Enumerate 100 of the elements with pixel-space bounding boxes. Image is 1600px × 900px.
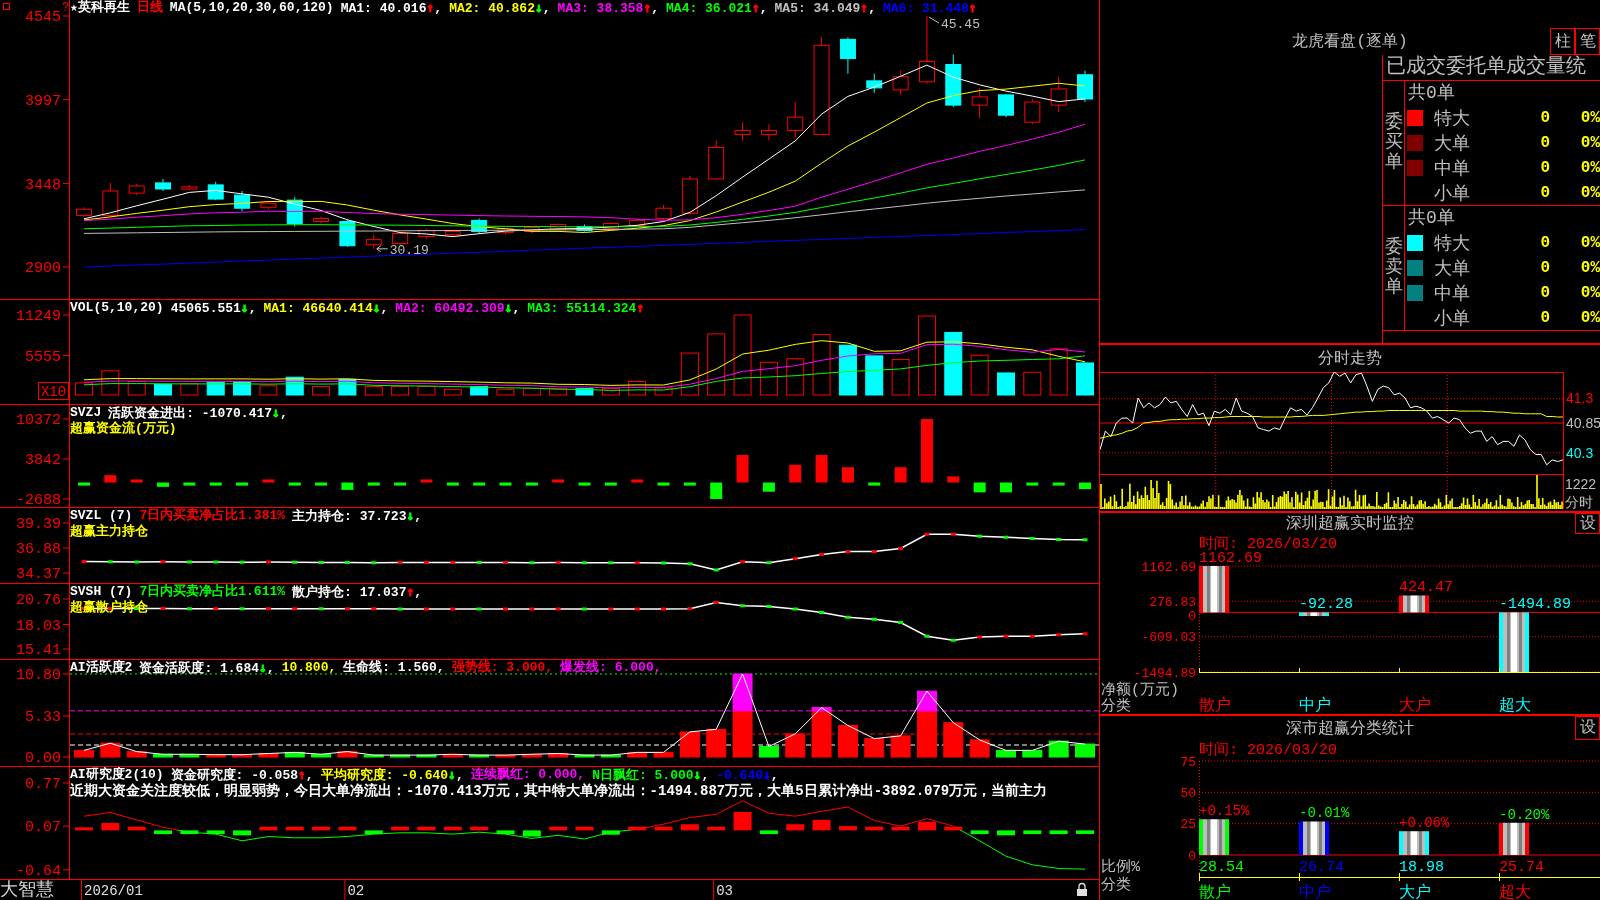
trend-arrow: ↓ (448, 767, 456, 782)
table-title: 已成交委托单成交量统 (1383, 55, 1600, 81)
indicator-text: 7日内买卖净占比1.381% (139, 508, 286, 523)
order-share: 0% (1580, 233, 1600, 252)
category-label: 中户 (1299, 884, 1331, 900)
bar-value-label: 424.47 (1399, 579, 1453, 597)
order-total: 共0单 (1407, 82, 1455, 105)
separator-comma: , (455, 768, 464, 783)
indicator-text: SVZJ (70, 405, 102, 420)
trend-arrow: ↑ (860, 0, 869, 15)
order-size-label: 中单 (1434, 157, 1470, 180)
order-share: 0% (1580, 308, 1600, 327)
trend-arrow: ↓ (272, 405, 280, 420)
indicator-text: MA1: 40.016 (340, 1, 427, 16)
separator-comma: , (759, 1, 768, 16)
x-axis-title: 分类 (1101, 877, 1131, 894)
order-share: 0% (1580, 133, 1600, 152)
axis-tick-label: 276.83 (1149, 594, 1196, 610)
separator-comma: , (868, 1, 876, 16)
indicator-text: SVSH (7) (70, 584, 133, 599)
axis-tick-label: 34.37 (16, 566, 61, 583)
bar-value-label: 18.98 (1399, 859, 1444, 876)
order-size-label: 大单 (1434, 132, 1470, 155)
axis-tick-label: 0 (1188, 608, 1196, 624)
indicator-text: MA5: 34.049 (774, 1, 861, 16)
order-size-label: 小单 (1434, 307, 1470, 330)
separator-comma: , (512, 301, 521, 316)
high-price-label: 45.45 (940, 17, 980, 32)
indicator-text: 强势线: 3.000, (451, 660, 554, 675)
indicator-text: 爆发线: 6.000, (560, 660, 662, 675)
panel-title: 龙虎看盘(逐单) (1292, 32, 1408, 52)
axis-tick-label: 15.41 (16, 642, 61, 659)
indicator-text: MA3: 55114.324 (527, 301, 637, 316)
trend-arrow: ↑ (406, 584, 415, 599)
change-label: +0.15% (1199, 803, 1250, 820)
indicator-text: MA4: 36.021 (666, 1, 752, 16)
indicator-text: 日线 (136, 0, 163, 15)
order-size-label: 中单 (1434, 282, 1470, 305)
date-axis-label: 02 (347, 883, 365, 899)
indicator-text: 10.800, (281, 660, 337, 675)
panel-title: 深市超赢分类统计 (1286, 718, 1414, 739)
axis-tick-label: 20.76 (16, 592, 61, 610)
order-size-label: 小单 (1434, 182, 1470, 205)
trend-arrow: ↓ (534, 0, 543, 15)
trend-arrow: ↑ (298, 767, 306, 782)
separator-comma: , (414, 585, 423, 600)
unit-label: X10 (38, 382, 69, 400)
trend-arrow: ↓ (504, 300, 513, 315)
order-count: 0 (1540, 283, 1550, 302)
change-label: -0.01% (1299, 805, 1350, 822)
trend-arrow: ↑ (643, 0, 652, 15)
group-label: 委买单 (1384, 113, 1403, 173)
indicator-text: 超赢资金流(万元) (70, 421, 177, 436)
indicator-text: MA2: 60492.309 (395, 301, 505, 316)
axis-tick-label: -2688 (16, 492, 61, 507)
date-label: 时间: 2026/03/20 (1199, 742, 1338, 759)
order-count: 0 (1540, 233, 1550, 252)
trend-arrow: ↓ (240, 300, 249, 315)
trend-arrow: ↑ (426, 0, 435, 15)
axis-tick-label: 39.39 (16, 516, 61, 534)
trend-arrow: ↓ (259, 660, 267, 675)
trend-arrow: ↓ (372, 300, 381, 315)
bar-value-label: 25.74 (1499, 859, 1544, 876)
indicator-text: ★英科再生 (70, 0, 130, 15)
axis-tick-label: 3842 (25, 452, 61, 470)
order-count: 0 (1540, 108, 1550, 127)
category-label: 中户 (1299, 697, 1331, 715)
order-count: 0 (1540, 183, 1550, 202)
axis-tick-label: 0.00 (25, 750, 61, 766)
indicator-text: VOL(5,10,20) (70, 300, 164, 315)
order-share: 0% (1580, 158, 1600, 177)
axis-tick-label: 0 (1188, 848, 1196, 864)
price-tick-label: 40.85 (1566, 414, 1600, 431)
separator-comma: , (380, 301, 389, 316)
indicator-text: 主力持仓: 37.723 (292, 509, 407, 524)
axis-tick-label: 0.07 (25, 819, 61, 837)
bar-value-label: 1162.69 (1199, 550, 1262, 567)
y-axis-title: 净额(万元) (1101, 682, 1179, 699)
change-label: +0.06% (1399, 815, 1450, 832)
indicator-text: MA(5,10,20,30,60,120) (169, 0, 334, 15)
axis-tick-label: 5555 (25, 348, 61, 366)
indicator-text: AI研究度2(10) (70, 767, 164, 782)
category-label: 大户 (1399, 697, 1431, 715)
bar-value-label: -1494.89 (1499, 596, 1571, 614)
order-count: 0 (1540, 308, 1550, 327)
date-axis-label: 03 (716, 883, 733, 899)
indicator-text: -0.640 (716, 768, 764, 783)
order-share: 0% (1580, 108, 1600, 127)
trend-arrow: ↓ (763, 767, 771, 782)
axis-tick-label: 75 (1180, 754, 1196, 770)
trend-arrow: ↑ (751, 0, 760, 15)
commentary-text: 近期大资金关注度较低，明显弱势，今日大单净流出：-1070.413万元，其中特大单净流出：-1494.887万元，大单5日累计净出-3892.079万元，当前主力 (70, 783, 1048, 799)
separator-comma: , (248, 301, 257, 316)
price-tick-label: 41.3 (1566, 390, 1594, 407)
indicator-text: MA1: 46640.414 (263, 301, 373, 316)
separator-comma: , (434, 1, 443, 16)
category-label: 超大 (1499, 884, 1531, 900)
axis-tick-label: 2900 (25, 260, 61, 278)
x-axis-title: 分类 (1101, 698, 1131, 715)
axis-tick-label: 5.33 (25, 709, 61, 727)
